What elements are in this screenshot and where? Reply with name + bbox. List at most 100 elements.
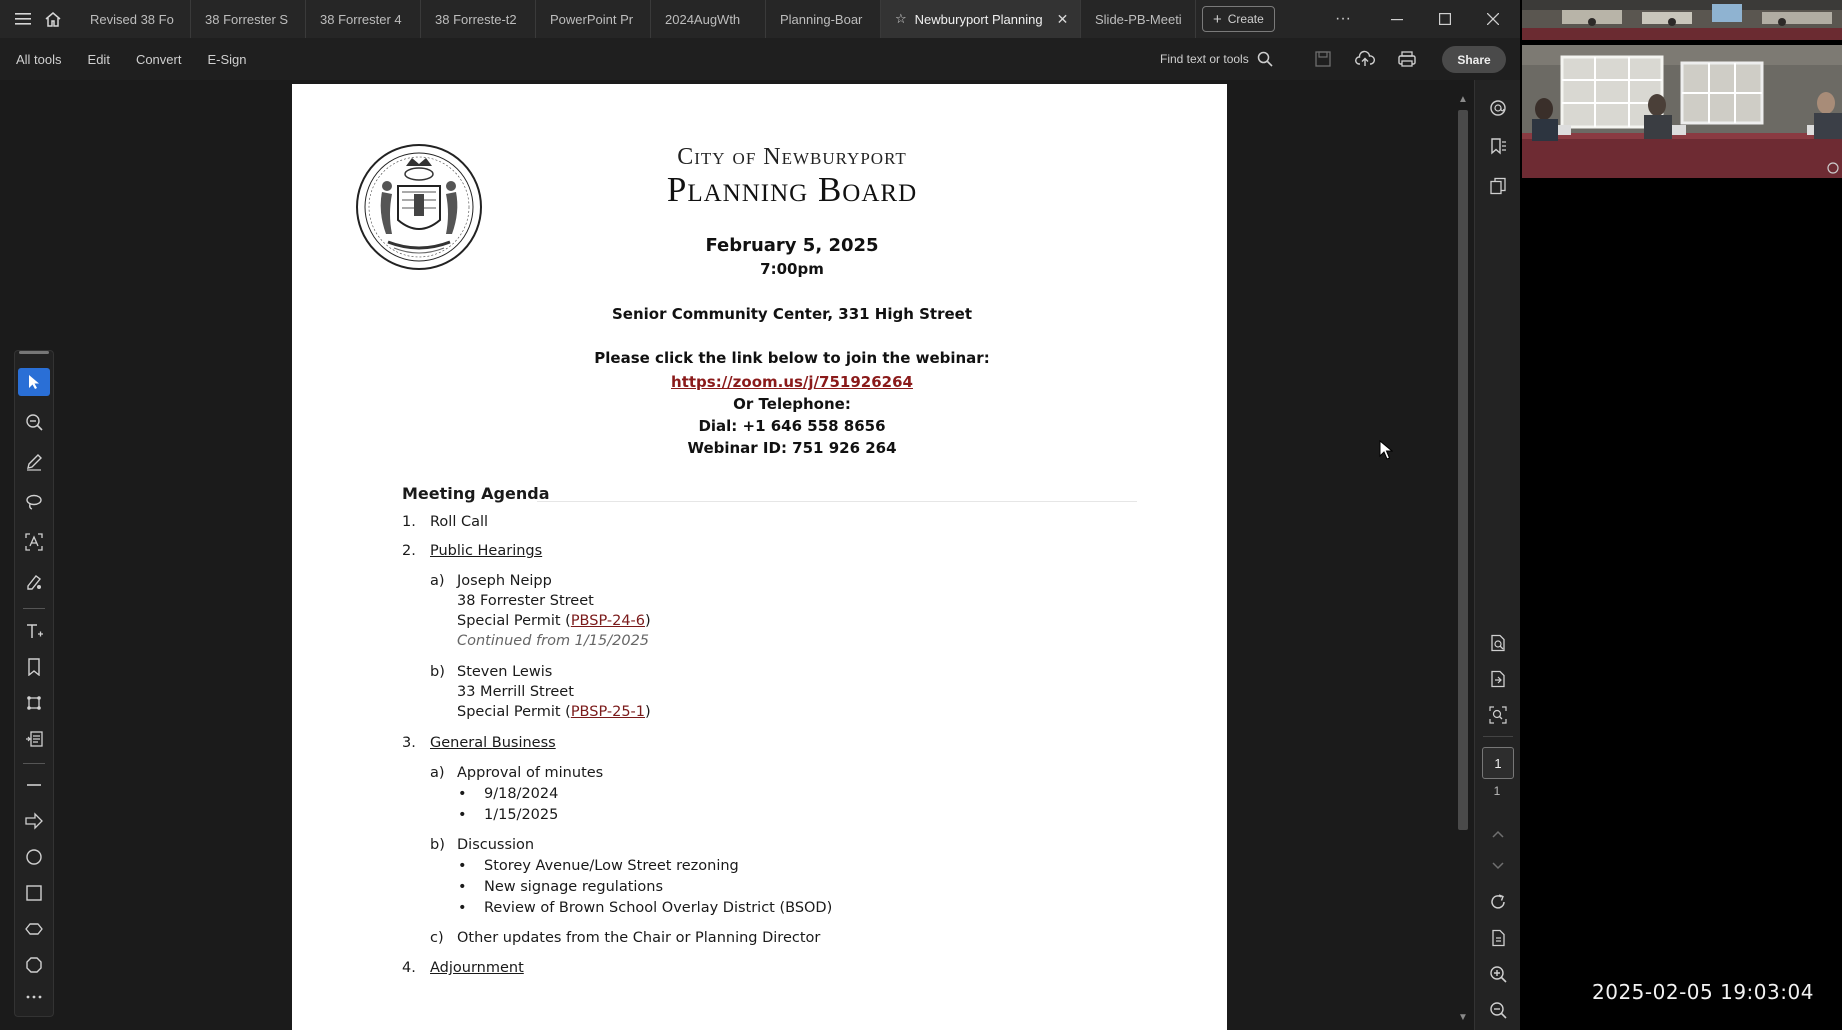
video-feed-main	[1522, 45, 1842, 178]
acrobat-window: Revised 38 Fo 38 Forrester S 38 Forreste…	[0, 0, 1520, 1030]
board-name: Planning Board	[666, 170, 918, 209]
save-icon[interactable]	[1310, 47, 1336, 71]
scroll-down-icon[interactable]: ▼	[1456, 1012, 1470, 1023]
tab-document-active[interactable]: ☆ Newburyport Planning ✕	[881, 0, 1081, 38]
scan-ocr-icon[interactable]	[1483, 701, 1513, 729]
tab-label: 38 Forrester 4	[320, 11, 402, 27]
polygon-tool-icon[interactable]	[18, 951, 50, 979]
pen-annotate-icon[interactable]	[18, 448, 50, 476]
rectangle-tool-icon[interactable]	[18, 879, 50, 907]
agenda-item-general-business: General Business	[430, 735, 556, 751]
meeting-location: Senior Community Center, 331 High Street	[611, 305, 973, 323]
find-tools-search[interactable]: Find text or tools	[1160, 38, 1273, 80]
cloud-tool-icon[interactable]	[18, 915, 50, 943]
previous-page-icon[interactable]	[1483, 820, 1513, 848]
current-page-number: 1	[1494, 755, 1502, 771]
page-thumbnails-icon[interactable]	[1483, 172, 1513, 200]
discussion-label: Discussion	[457, 837, 535, 853]
tab-document[interactable]: 2024AugWth	[651, 0, 766, 38]
current-page-input[interactable]: 1	[1482, 747, 1514, 779]
close-tab-icon[interactable]: ✕	[1057, 11, 1069, 28]
scroll-up-icon[interactable]: ▲	[1456, 94, 1470, 105]
fill-sign-icon[interactable]	[18, 568, 50, 596]
home-icon[interactable]	[38, 0, 68, 38]
permit-link[interactable]: PBSP-25-1	[571, 704, 645, 720]
webinar-link[interactable]: https://zoom.us/j/751926264	[671, 373, 913, 391]
menu-convert[interactable]: Convert	[136, 52, 182, 67]
panel-divider	[1483, 736, 1513, 737]
agenda-heading: Meeting Agenda	[402, 484, 550, 503]
comments-icon[interactable]	[1483, 94, 1513, 122]
applicant-address: 38 Forrester Street	[457, 593, 594, 609]
or-telephone: Or Telephone:	[733, 395, 851, 413]
next-page-icon[interactable]	[1483, 852, 1513, 880]
toolbar-divider	[23, 608, 45, 609]
share-button[interactable]: Share	[1442, 46, 1506, 73]
applicant-address: 33 Merrill Street	[457, 684, 574, 700]
arrow-tool-icon[interactable]	[18, 807, 50, 835]
export-pdf-icon[interactable]	[1483, 665, 1513, 693]
select-tool-icon[interactable]	[18, 368, 50, 396]
toolbar-grip[interactable]	[19, 351, 49, 354]
tab-document[interactable]: Revised 38 Fo	[76, 0, 191, 38]
menu-edit[interactable]: Edit	[88, 52, 110, 67]
hamburger-menu-icon[interactable]	[8, 0, 38, 38]
mouse-cursor-icon	[1379, 440, 1393, 460]
tab-document[interactable]: Slide-PB-Meeti	[1081, 0, 1196, 38]
zoom-out-icon[interactable]	[1483, 996, 1513, 1024]
star-icon[interactable]: ☆	[895, 11, 907, 27]
bullet: •	[458, 879, 467, 895]
minimize-icon[interactable]	[1374, 0, 1420, 38]
recording-timestamp: 2025-02-05 19:03:04	[1592, 980, 1814, 1004]
agenda-item-number: 3.	[402, 735, 416, 751]
close-window-icon[interactable]	[1470, 0, 1516, 38]
zoom-marquee-icon[interactable]	[18, 408, 50, 436]
scrollbar-thumb[interactable]	[1458, 110, 1468, 830]
more-tools-icon[interactable]	[18, 983, 50, 1011]
tab-document[interactable]: 38 Forreste-t2	[421, 0, 536, 38]
permit-link[interactable]: PBSP-24-6	[571, 613, 645, 629]
menu-all-tools[interactable]: All tools	[16, 52, 62, 67]
page-fit-icon[interactable]	[1483, 924, 1513, 952]
tab-document[interactable]: Planning-Boar	[766, 0, 881, 38]
tab-document[interactable]: 38 Forrester 4	[306, 0, 421, 38]
left-tools-panel	[14, 350, 54, 1017]
create-button[interactable]: + Create	[1202, 6, 1275, 32]
upload-cloud-icon[interactable]	[1352, 47, 1378, 71]
text-recognize-icon[interactable]	[18, 528, 50, 556]
maximize-icon[interactable]	[1422, 0, 1468, 38]
agenda-item-number: 2.	[402, 543, 416, 559]
sub-item-letter: a)	[430, 765, 445, 781]
oval-tool-icon[interactable]	[18, 843, 50, 871]
bookmark-icon[interactable]	[18, 653, 50, 681]
agenda-item-roll-call: Roll Call	[430, 514, 489, 530]
vertical-scrollbar[interactable]: ▲ ▼	[1456, 92, 1470, 1030]
crop-page-icon[interactable]	[18, 689, 50, 717]
dial-number: Dial: +1 646 558 8656	[698, 417, 886, 435]
agenda-item-number: 1.	[402, 514, 416, 530]
sub-item-letter: b)	[430, 837, 445, 853]
applicant-name: Steven Lewis	[457, 664, 553, 680]
tab-document[interactable]: 38 Forrester S	[191, 0, 306, 38]
discussion-topic: Storey Avenue/Low Street rezoning	[484, 858, 739, 874]
insert-text-box-icon[interactable]	[18, 725, 50, 753]
toolbar-divider	[23, 763, 45, 764]
webinar-prompt: Please click the link below to join the …	[594, 349, 990, 367]
share-label: Share	[1457, 52, 1491, 67]
document-properties-icon[interactable]	[1483, 629, 1513, 657]
rotate-icon[interactable]	[1483, 888, 1513, 916]
agenda-divider	[537, 501, 1137, 502]
minutes-date: 9/18/2024	[484, 786, 559, 802]
tab-document[interactable]: PowerPoint Pr	[536, 0, 651, 38]
zoom-in-icon[interactable]	[1483, 960, 1513, 988]
create-label: Create	[1227, 12, 1264, 26]
print-icon[interactable]	[1394, 47, 1420, 71]
pdf-page[interactable]: City of Newburyport Planning Board Febru…	[292, 84, 1227, 1030]
bookmarks-panel-icon[interactable]	[1483, 132, 1513, 160]
more-tabs-icon[interactable]: ···	[1320, 0, 1366, 38]
approval-of-minutes: Approval of minutes	[457, 765, 604, 781]
add-text-icon[interactable]	[18, 617, 50, 645]
menu-esign[interactable]: E-Sign	[207, 52, 246, 67]
lasso-select-icon[interactable]	[18, 488, 50, 516]
line-tool-icon[interactable]	[18, 771, 50, 799]
